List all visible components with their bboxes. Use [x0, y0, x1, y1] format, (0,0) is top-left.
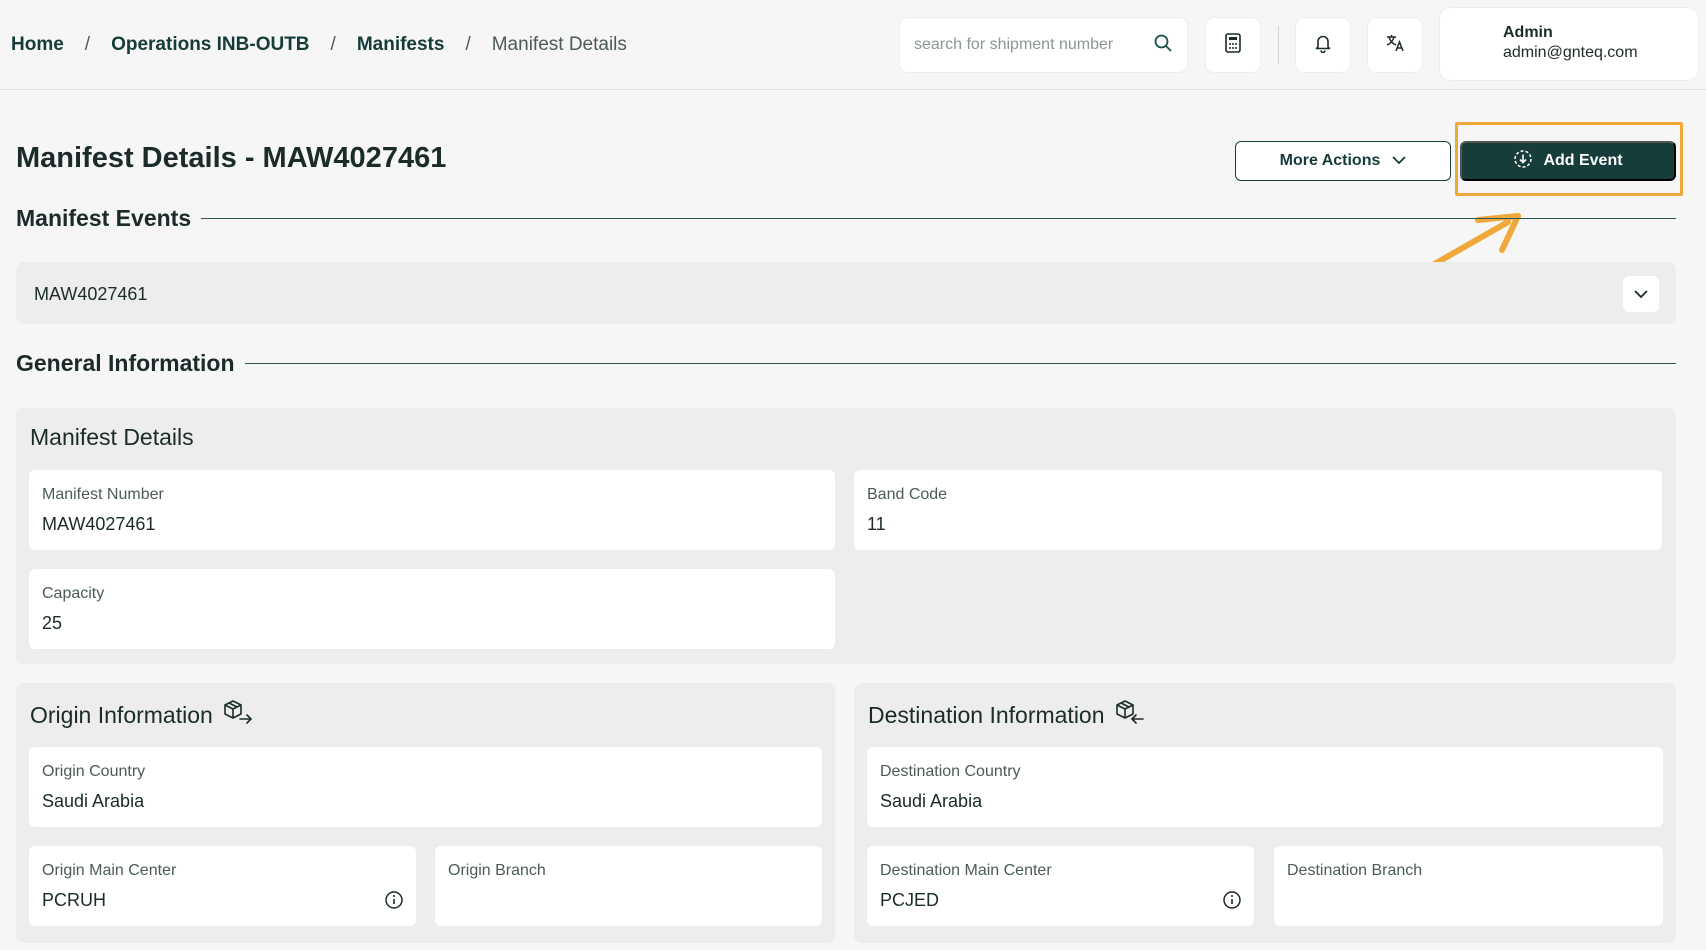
field-label: Destination Main Center: [880, 862, 1052, 879]
section-title: General Information: [16, 350, 235, 376]
top-header: Home / Operations INB-OUTB / Manifests /…: [0, 0, 1706, 90]
calculator-icon: [1224, 32, 1242, 58]
field-value: Saudi Arabia: [880, 791, 983, 811]
origin-information-panel: Origin Information Origin Country Saudi …: [16, 683, 835, 943]
breadcrumb-operations[interactable]: Operations INB-OUTB: [111, 34, 309, 56]
manifest-details-title: Manifest Details: [30, 424, 194, 450]
breadcrumb-separator: /: [330, 34, 336, 55]
info-icon[interactable]: [384, 890, 404, 915]
field-value: 25: [42, 613, 63, 633]
search-box: [900, 18, 1187, 72]
user-profile-card[interactable]: Admin admin@gnteq.com: [1440, 8, 1698, 80]
notifications-button[interactable]: [1296, 18, 1350, 72]
search-input[interactable]: [914, 36, 1153, 54]
field-label: Origin Main Center: [42, 862, 177, 879]
capacity-field: Capacity 25: [29, 569, 835, 649]
origin-branch-field: Origin Branch: [435, 846, 822, 926]
manifest-events-accordion[interactable]: MAW4027461: [16, 262, 1676, 324]
manifest-events-heading: Manifest Events: [16, 205, 1676, 232]
field-value: MAW4027461: [42, 514, 156, 534]
chevron-down-icon: [1634, 289, 1648, 298]
manifest-number-field: Manifest Number MAW4027461: [29, 470, 835, 550]
breadcrumb-current: Manifest Details: [491, 34, 627, 55]
package-out-icon: [223, 699, 253, 731]
bell-icon: [1314, 33, 1332, 58]
add-event-button[interactable]: Add Event: [1460, 141, 1676, 181]
field-label: Band Code: [867, 486, 948, 503]
manifest-details-panel: Manifest Details Manifest Number MAW4027…: [16, 408, 1676, 664]
more-actions-label: More Actions: [1279, 152, 1381, 169]
field-value: 11: [867, 514, 886, 534]
panel-title: Origin Information: [30, 699, 253, 731]
section-divider: [201, 218, 1676, 219]
add-event-icon: [1513, 149, 1533, 174]
more-actions-button[interactable]: More Actions: [1235, 141, 1451, 181]
destination-information-title: Destination Information: [868, 701, 1105, 728]
breadcrumb-separator: /: [84, 34, 91, 55]
manifest-event-selected: MAW4027461: [34, 284, 148, 304]
header-divider: [1278, 26, 1279, 64]
calculator-button[interactable]: [1206, 18, 1260, 72]
field-label: Origin Country: [42, 763, 146, 780]
section-title: Manifest Events: [16, 205, 192, 231]
field-value: PCJED: [880, 890, 940, 910]
destination-country-field: Destination Country Saudi Arabia: [867, 747, 1663, 827]
breadcrumb-home[interactable]: Home: [11, 34, 64, 56]
origin-main-center-field: Origin Main Center PCRUH: [29, 846, 416, 926]
search-icon[interactable]: [1153, 33, 1173, 58]
chevron-down-icon: [1392, 152, 1407, 170]
page-title: Manifest Details - MAW4027461: [16, 142, 447, 174]
field-label: Origin Branch: [448, 862, 546, 879]
field-label: Destination Branch: [1287, 862, 1423, 879]
breadcrumb-manifests[interactable]: Manifests: [357, 34, 445, 56]
accordion-toggle-button[interactable]: [1623, 276, 1659, 312]
panel-title: Manifest Details: [30, 424, 194, 451]
field-label: Destination Country: [880, 763, 1021, 780]
user-name: Admin: [1503, 24, 1553, 41]
field-value: PCRUH: [42, 890, 107, 910]
user-email: admin@gnteq.com: [1503, 44, 1638, 61]
field-label: Capacity: [42, 585, 105, 602]
section-divider: [244, 363, 1676, 364]
info-icon[interactable]: [1222, 890, 1242, 915]
language-button[interactable]: [1368, 18, 1422, 72]
field-label: Manifest Number: [42, 486, 164, 503]
origin-information-title: Origin Information: [30, 701, 213, 728]
package-in-icon: [1115, 699, 1145, 731]
add-event-label: Add Event: [1543, 152, 1623, 169]
breadcrumb-separator: /: [465, 34, 471, 55]
destination-main-center-field: Destination Main Center PCJED: [867, 846, 1254, 926]
general-information-heading: General Information: [16, 350, 1676, 377]
origin-country-field: Origin Country Saudi Arabia: [29, 747, 822, 827]
destination-information-panel: Destination Information Destination Coun…: [854, 683, 1676, 943]
breadcrumb: Home / Operations INB-OUTB / Manifests /…: [11, 34, 627, 56]
band-code-field: Band Code 11: [854, 470, 1662, 550]
translate-icon: [1385, 33, 1405, 58]
panel-title: Destination Information: [868, 699, 1145, 731]
destination-branch-field: Destination Branch: [1274, 846, 1663, 926]
field-value: Saudi Arabia: [42, 791, 145, 811]
